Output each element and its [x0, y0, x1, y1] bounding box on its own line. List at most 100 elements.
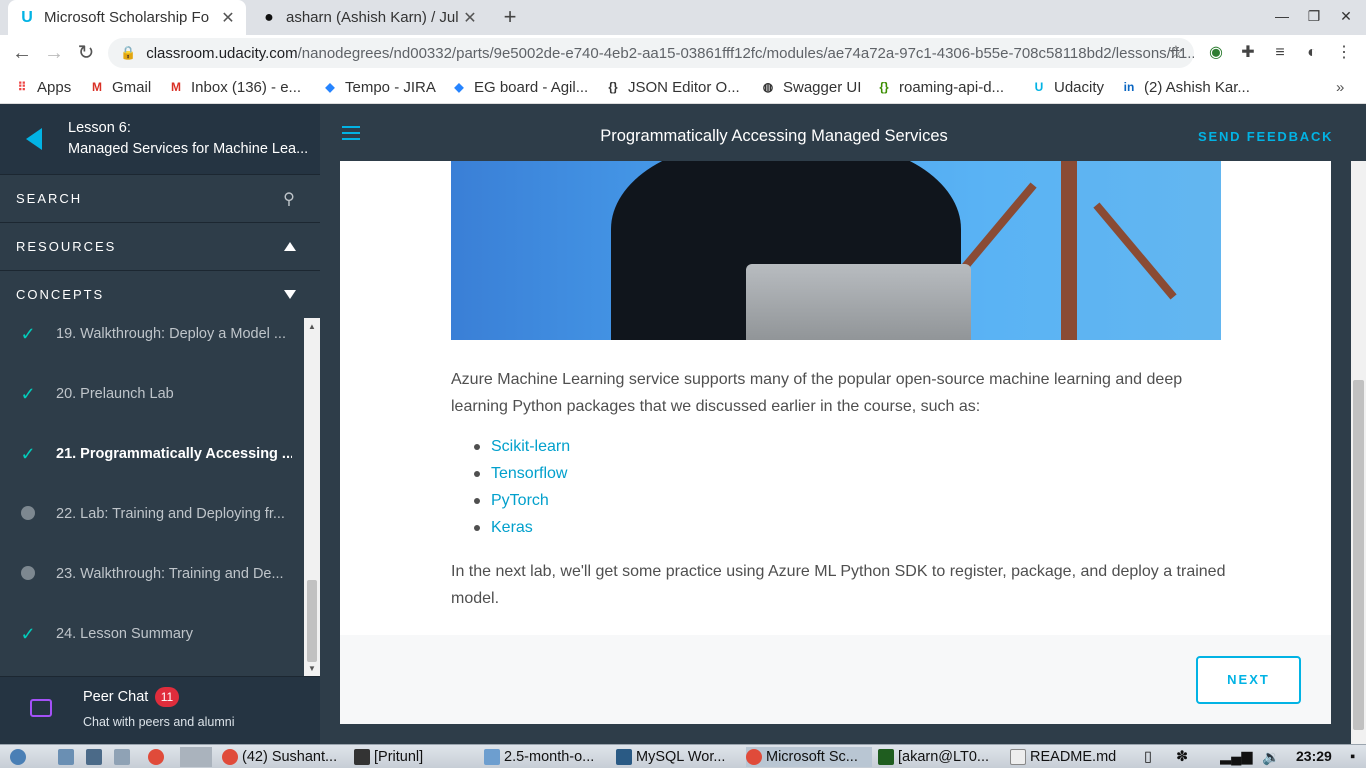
bookmark-inbox[interactable]: M Inbox (136) - e...: [168, 77, 301, 97]
chrome-icon[interactable]: [148, 747, 168, 767]
search-icon[interactable]: ⚲: [260, 189, 320, 209]
bookmark-label: Apps: [37, 78, 72, 96]
scrollbar-thumb[interactable]: [1353, 380, 1364, 730]
send-feedback-link[interactable]: SEND FEEDBACK: [1198, 129, 1333, 144]
peer-chat[interactable]: Peer Chat 11 Chat with peers and alumni: [0, 676, 320, 744]
maximize-icon[interactable]: ❐: [1304, 8, 1324, 25]
bookmark-label: roaming-api-d...: [899, 78, 1005, 96]
sidebar-scrollbar[interactable]: ▲ ▼: [304, 318, 320, 676]
search-label: SEARCH: [16, 191, 83, 206]
next-button[interactable]: NEXT: [1196, 656, 1301, 704]
package-link-scikit-learn[interactable]: Scikit-learn: [451, 433, 851, 460]
slack-icon[interactable]: ✽: [1176, 747, 1188, 767]
chevron-up-icon[interactable]: [260, 242, 320, 251]
back-arrow-icon[interactable]: [26, 128, 42, 150]
shelf-frame: [1093, 202, 1177, 300]
menu-dots-icon[interactable]: ⋮: [1334, 43, 1354, 63]
show-desktop-icon[interactable]: ▪: [1350, 747, 1355, 767]
bookmark-star-icon[interactable]: ☆: [1168, 42, 1184, 63]
bookmark-label: Gmail: [112, 78, 152, 96]
concept-item-23[interactable]: 23. Walkthrough: Training and De...: [0, 544, 304, 604]
bookmark-tempo-jira[interactable]: ◆ Tempo - JIRA: [322, 77, 436, 97]
close-tab-icon[interactable]: ✕: [462, 8, 478, 28]
bookmark-linkedin[interactable]: in (2) Ashish Kar...: [1121, 77, 1250, 97]
bookmark-eg-board[interactable]: ◆ EG board - Agil...: [451, 77, 588, 97]
extension-icon[interactable]: ◉: [1206, 43, 1226, 63]
start-menu-icon[interactable]: [10, 747, 30, 767]
main-scrollbar[interactable]: [1351, 161, 1366, 744]
chat-bubbles-icon: [30, 699, 52, 717]
close-window-icon[interactable]: ✕: [1336, 8, 1356, 25]
taskbar-item-readme[interactable]: README.md: [1010, 747, 1140, 767]
package-link-keras[interactable]: Keras: [451, 514, 851, 541]
concept-content: Azure Machine Learning service supports …: [340, 161, 1331, 724]
scroll-down-icon[interactable]: ▼: [308, 664, 316, 673]
concept-item-20[interactable]: ✓ 20. Prelaunch Lab: [0, 364, 304, 424]
volume-icon[interactable]: 🔉: [1262, 747, 1280, 767]
taskbar-item-chrome-youtube[interactable]: (42) Sushant...: [222, 747, 348, 767]
concept-item-21[interactable]: ✓ 21. Programmatically Accessing ...: [0, 424, 304, 484]
concept-item-19[interactable]: ✓ 19. Walkthrough: Deploy a Model ...: [0, 318, 304, 364]
lesson-sidebar: Lesson 6: Managed Services for Machine L…: [0, 104, 320, 744]
concept-item-22[interactable]: 22. Lab: Training and Deploying fr...: [0, 484, 304, 544]
gmail-icon: M: [171, 80, 181, 94]
taskbar-label: (42) Sushant...: [242, 749, 338, 765]
bookmark-roaming-api[interactable]: {} roaming-api-d...: [876, 77, 1004, 97]
video-player[interactable]: [451, 161, 1221, 340]
forward-icon[interactable]: →: [42, 41, 66, 65]
back-icon[interactable]: ←: [10, 41, 34, 65]
scrollbar-thumb[interactable]: [307, 580, 317, 662]
content-header: Programmatically Accessing Managed Servi…: [320, 104, 1366, 161]
shelf-frame: [1061, 161, 1077, 340]
more-bookmarks-icon[interactable]: »: [1336, 77, 1344, 97]
bookmark-gmail[interactable]: M Gmail: [89, 77, 151, 97]
reload-icon[interactable]: ↻: [74, 41, 98, 65]
check-icon: ✓: [20, 443, 36, 464]
bookmark-label: JSON Editor O...: [628, 78, 740, 96]
concept-label: 20. Prelaunch Lab: [56, 386, 174, 402]
window-icon[interactable]: [114, 747, 134, 767]
scroll-up-icon[interactable]: ▲: [308, 322, 316, 331]
taskbar-slot[interactable]: [180, 747, 212, 767]
udacity-icon: U: [21, 8, 33, 26]
network-icon[interactable]: ▂▄▆: [1220, 747, 1253, 767]
bookmark-label: (2) Ashish Kar...: [1144, 78, 1250, 96]
jira-icon: ◆: [454, 80, 464, 94]
peer-chat-subtitle: Chat with peers and alumni: [83, 715, 235, 729]
tab-udacity[interactable]: U Microsoft Scholarship Fo ✕: [8, 0, 246, 35]
concept-item-24[interactable]: ✓ 24. Lesson Summary: [0, 604, 304, 664]
roaming-icon: {}: [879, 80, 889, 94]
concepts-row[interactable]: CONCEPTS: [0, 270, 320, 318]
bookmark-label: Tempo - JIRA: [345, 78, 436, 96]
close-tab-icon[interactable]: ✕: [220, 8, 236, 28]
bookmark-json-editor[interactable]: {} JSON Editor O...: [605, 77, 740, 97]
chevron-down-icon[interactable]: [260, 290, 320, 299]
puzzle-icon[interactable]: ✚: [1238, 43, 1258, 63]
bookmark-udacity[interactable]: U Udacity: [1031, 77, 1104, 97]
tab-title: asharn (Ashish Karn) / Jul: [286, 9, 459, 26]
resources-row[interactable]: RESOURCES: [0, 222, 320, 270]
taskbar-item-terminal[interactable]: [akarn@LT0...: [878, 747, 1004, 767]
minimize-icon[interactable]: —: [1272, 8, 1292, 24]
taskbar-item-folder[interactable]: 2.5-month-o...: [484, 747, 610, 767]
address-bar[interactable]: 🔒 classroom.udacity.com /nanodegrees/nd0…: [108, 38, 1194, 68]
new-tab-button[interactable]: +: [498, 6, 522, 30]
search-row[interactable]: SEARCH ⚲: [0, 174, 320, 222]
profile-avatar[interactable]: ◐: [1302, 43, 1322, 63]
package-link-tensorflow[interactable]: Tensorflow: [451, 460, 851, 487]
media-control-icon[interactable]: ≡: [1270, 43, 1290, 63]
file-manager-icon[interactable]: [58, 747, 78, 767]
notification-badge: 11: [155, 687, 179, 707]
tab-github[interactable]: ● asharn (Ashish Karn) / Jul ✕: [250, 0, 488, 35]
package-list: Scikit-learn Tensorflow PyTorch Keras: [451, 433, 851, 541]
bookmark-apps[interactable]: ⠿ Apps: [14, 77, 72, 97]
package-link-pytorch[interactable]: PyTorch: [451, 487, 851, 514]
check-icon: ✓: [20, 323, 36, 344]
taskbar-item-mysql[interactable]: MySQL Wor...: [616, 747, 742, 767]
battery-icon[interactable]: ▯: [1144, 747, 1152, 767]
bookmark-swagger[interactable]: ◍ Swagger UI: [760, 77, 862, 97]
terminal-icon[interactable]: [86, 747, 106, 767]
taskbar-item-chrome-udacity[interactable]: Microsoft Sc...: [746, 747, 872, 767]
tab-title: Microsoft Scholarship Fo: [44, 9, 210, 26]
taskbar-item-pritunl[interactable]: [Pritunl]: [354, 747, 480, 767]
